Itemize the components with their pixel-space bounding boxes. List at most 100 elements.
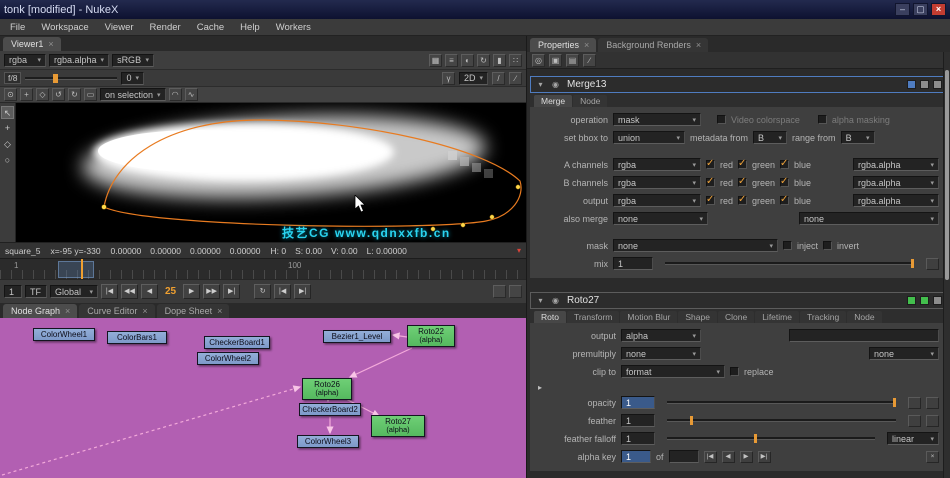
menu-viewer[interactable]: Viewer (97, 21, 142, 34)
out-red-checkbox[interactable] (706, 194, 715, 205)
bbox-icon[interactable]: ▭ (84, 88, 97, 101)
first-key-button[interactable]: |◀ (703, 450, 717, 463)
frame-toggle[interactable]: TF (25, 285, 47, 298)
gain-toggle[interactable]: f/8 (4, 72, 22, 84)
menu-render[interactable]: Render (142, 21, 189, 34)
trash-icon[interactable]: ▤ (566, 53, 579, 67)
add-point-icon[interactable]: + (20, 88, 33, 101)
lock-range-icon[interactable] (493, 285, 506, 298)
tab-dope-sheet[interactable]: Dope Sheet × (156, 304, 230, 318)
tab-transform[interactable]: Transform (566, 311, 620, 323)
tab-node[interactable]: Node (847, 311, 882, 323)
frame-field[interactable]: 1 (4, 285, 22, 298)
node-color-swatch[interactable] (907, 296, 916, 305)
node-color-swatch[interactable] (907, 80, 916, 89)
node-checkerboard2[interactable]: CheckerBoard2 (299, 403, 361, 417)
tab-curve-editor[interactable]: Curve Editor × (79, 304, 155, 318)
premultiply-extra-select[interactable]: none ▾ (869, 347, 939, 360)
tab-node-graph[interactable]: Node Graph × (3, 304, 78, 318)
prev-key-button[interactable]: ◀ (721, 450, 735, 463)
roto27-header[interactable]: ▾ ◉ Roto27 (530, 292, 947, 309)
opacity-slider[interactable] (667, 398, 896, 407)
tab-tracking[interactable]: Tracking (799, 311, 847, 323)
node-roto22[interactable]: Roto22 (alpha) (407, 325, 455, 347)
colorspace-select[interactable]: sRGB ▾ (112, 53, 155, 67)
out-extra-channel-select[interactable]: rgba.alpha ▾ (853, 194, 939, 207)
curve-button[interactable] (926, 396, 939, 409)
tab-clone[interactable]: Clone (717, 311, 755, 323)
curve-button[interactable] (926, 414, 939, 427)
feather-falloff-slider-handle[interactable] (754, 434, 758, 443)
b-blue-checkbox[interactable] (780, 176, 790, 187)
info-menu-icon[interactable]: ▾ (517, 246, 521, 255)
stack-icon[interactable]: ≡ (445, 53, 458, 67)
eye-icon[interactable]: ◉ (550, 296, 561, 305)
node-roto27[interactable]: Roto27 (alpha) (371, 415, 425, 437)
pin-icon[interactable]: ◎ (532, 53, 545, 67)
layout-icon[interactable]: ▣ (549, 53, 562, 67)
b-green-checkbox[interactable] (738, 176, 748, 187)
close-button[interactable]: × (931, 3, 946, 16)
a-green-checkbox[interactable] (738, 158, 748, 169)
step-back-button[interactable]: |◀ (274, 284, 292, 299)
maximize-button[interactable]: ▢ (913, 3, 928, 16)
step-forward-button[interactable]: ▶| (294, 284, 312, 299)
play-forward-fast-button[interactable]: ▶▶ (203, 284, 221, 299)
feather-falloff-field[interactable]: 1 (621, 432, 655, 445)
select-tool-icon[interactable]: ↖ (1, 106, 14, 119)
menu-workspace[interactable]: Workspace (33, 21, 96, 34)
node-checkerboard1[interactable]: CheckerBoard1 (204, 336, 270, 350)
play-forward-button[interactable]: ▶ (183, 284, 201, 299)
gamma-icon[interactable]: γ (441, 71, 455, 85)
go-last-button[interactable]: ▶| (223, 284, 241, 299)
overlay-color-swatch[interactable] (920, 296, 929, 305)
premultiply-select[interactable]: none ▾ (621, 347, 701, 360)
tab-close-icon[interactable]: × (584, 40, 589, 50)
roto-output-extra-field[interactable] (789, 329, 939, 342)
chevron-down-icon[interactable]: ▾ (535, 80, 546, 89)
scrollbar-thumb[interactable] (945, 70, 949, 280)
tab-background-renders[interactable]: Background Renders × (598, 38, 709, 52)
tab-shape[interactable]: Shape (678, 311, 717, 323)
gain-value-field[interactable]: 0 ▾ (121, 71, 144, 85)
timeline[interactable]: 1 100 (0, 258, 526, 279)
operation-select[interactable]: mask ▾ (613, 113, 701, 126)
feather-field[interactable]: 1 (621, 414, 655, 427)
layer-select[interactable]: rgba ▾ (4, 53, 46, 67)
panel-float-button[interactable] (920, 80, 929, 89)
tab-roto[interactable]: Roto (534, 311, 566, 323)
a-extra-channel-select[interactable]: rgba.alpha ▾ (853, 158, 939, 171)
key-count-field[interactable] (668, 450, 699, 463)
node-colorwheel3[interactable]: ColorWheel3 (297, 435, 359, 449)
invert-checkbox[interactable] (823, 241, 833, 250)
alpha-masking-checkbox[interactable] (817, 115, 827, 124)
next-key-button[interactable]: ▶ (739, 450, 753, 463)
out-green-checkbox[interactable] (738, 194, 748, 205)
proxy-icon[interactable]: ∷ (509, 53, 522, 67)
properties-scrollbar[interactable] (943, 52, 950, 478)
tab-properties[interactable]: Properties × (530, 38, 597, 52)
feather-slider-handle[interactable] (689, 416, 693, 425)
a-red-checkbox[interactable] (706, 158, 715, 169)
last-key-button[interactable]: ▶| (757, 450, 771, 463)
merge13-header[interactable]: ▾ ◉ Merge13 (530, 76, 947, 93)
replace-checkbox[interactable] (730, 367, 739, 376)
b-red-checkbox[interactable] (706, 176, 715, 187)
viewer-canvas[interactable]: 技艺CG www.qdnxxfb.cn (16, 103, 526, 242)
minimize-button[interactable]: – (895, 3, 910, 16)
menu-cache[interactable]: Cache (189, 21, 232, 34)
wipe-icon[interactable]: ◐ (461, 53, 474, 67)
range-mode-select[interactable]: Global ▾ (50, 285, 98, 298)
metadata-from-select[interactable]: B ▾ (753, 131, 788, 144)
node-roto26[interactable]: Roto26 (alpha) (302, 378, 352, 400)
view-mode-select[interactable]: 2D ▾ (458, 71, 488, 85)
mask-channel-select[interactable]: none ▾ (613, 239, 778, 252)
clip-to-select[interactable]: format ▾ (621, 365, 725, 378)
menu-workers[interactable]: Workers (268, 21, 319, 34)
node-colorwheel1[interactable]: ColorWheel1 (33, 328, 95, 342)
video-colorspace-checkbox[interactable] (717, 115, 726, 124)
timeline-playhead[interactable] (81, 259, 83, 279)
group-expander[interactable]: ▸ (530, 381, 939, 393)
a-channels-select[interactable]: rgba ▾ (613, 158, 701, 171)
loop-button[interactable]: ↻ (254, 284, 272, 299)
